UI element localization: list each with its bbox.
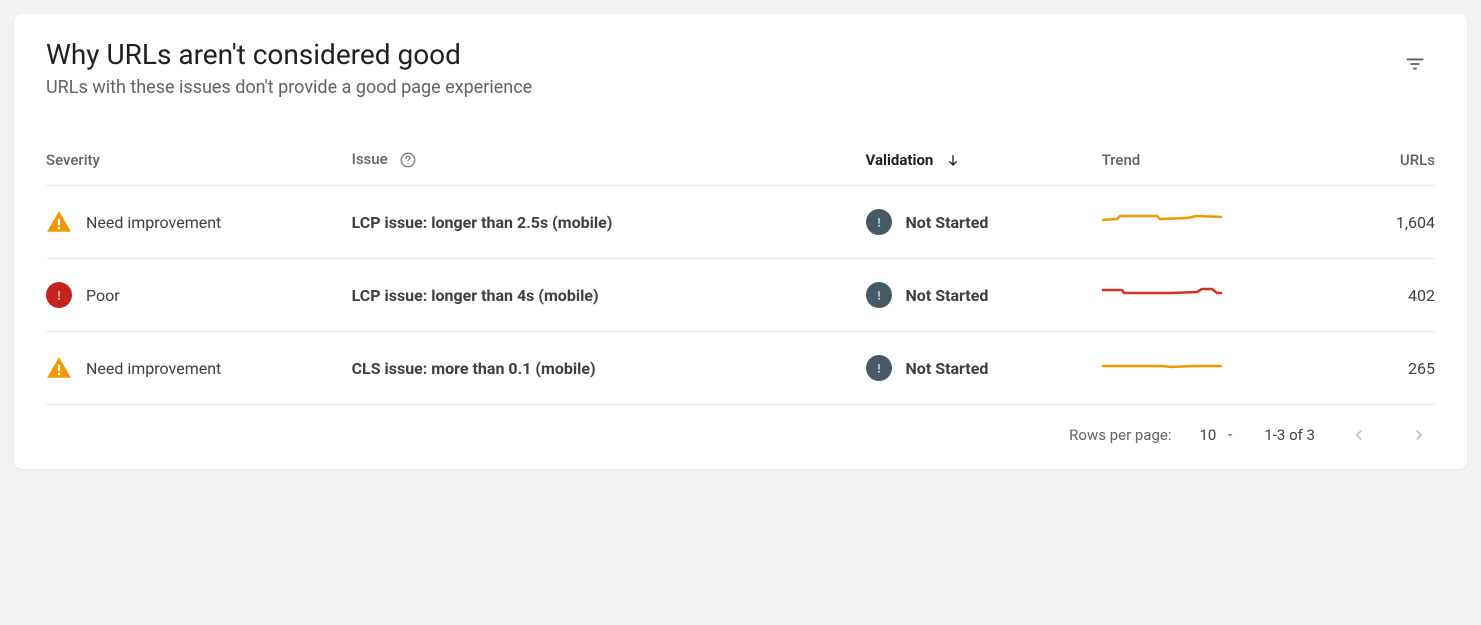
urls-count: 265 xyxy=(1408,359,1435,378)
rows-per-page-select[interactable]: 10 xyxy=(1199,426,1236,444)
not-started-icon xyxy=(866,209,892,235)
table-row[interactable]: Need improvement LCP issue: longer than 2… xyxy=(46,186,1435,259)
col-header-issue-label: Issue xyxy=(352,150,388,168)
col-header-severity-label: Severity xyxy=(46,151,100,169)
col-header-severity[interactable]: Severity xyxy=(46,140,352,186)
dropdown-icon xyxy=(1224,429,1236,441)
sort-arrow-down-icon xyxy=(945,153,961,169)
validation-label: Not Started xyxy=(906,213,989,232)
severity-cell: Need improvement xyxy=(46,209,352,235)
issues-table: Severity Issue Validation Trend URLs xyxy=(46,140,1435,405)
poor-icon xyxy=(46,282,72,308)
table-row[interactable]: Poor LCP issue: longer than 4s (mobile) No… xyxy=(46,259,1435,332)
pagination: Rows per page: 10 1-3 of 3 xyxy=(46,405,1435,455)
not-started-icon xyxy=(866,282,892,308)
prev-page-button[interactable] xyxy=(1343,419,1375,451)
trend-sparkline xyxy=(1102,281,1222,305)
col-header-urls[interactable]: URLs xyxy=(1282,140,1435,186)
warning-icon xyxy=(46,209,72,235)
validation-cell: Not Started xyxy=(866,209,1102,235)
issue-text: LCP issue: longer than 4s (mobile) xyxy=(352,286,599,305)
severity-label: Poor xyxy=(86,286,120,305)
chevron-right-icon xyxy=(1409,425,1429,445)
validation-label: Not Started xyxy=(906,359,989,378)
urls-count: 1,604 xyxy=(1396,213,1435,232)
col-header-trend-label: Trend xyxy=(1102,151,1141,169)
urls-count: 402 xyxy=(1408,286,1435,305)
issue-text: CLS issue: more than 0.1 (mobile) xyxy=(352,359,596,378)
col-header-urls-label: URLs xyxy=(1400,151,1435,169)
issue-text: LCP issue: longer than 2.5s (mobile) xyxy=(352,213,613,232)
warning-icon xyxy=(46,355,72,381)
table-row[interactable]: Need improvement CLS issue: more than 0.1… xyxy=(46,332,1435,405)
filter-icon xyxy=(1404,53,1426,75)
validation-cell: Not Started xyxy=(866,355,1102,381)
col-header-validation-label: Validation xyxy=(866,151,934,169)
severity-label: Need improvement xyxy=(86,213,221,232)
card-header: Why URLs aren't considered good URLs wit… xyxy=(46,38,1435,98)
pagination-range: 1-3 of 3 xyxy=(1264,426,1315,444)
help-icon[interactable] xyxy=(399,151,417,169)
severity-label: Need improvement xyxy=(86,359,221,378)
table-header-row: Severity Issue Validation Trend URLs xyxy=(46,140,1435,186)
validation-cell: Not Started xyxy=(866,282,1102,308)
validation-label: Not Started xyxy=(906,286,989,305)
trend-sparkline xyxy=(1102,354,1222,378)
chevron-left-icon xyxy=(1349,425,1369,445)
card-title: Why URLs aren't considered good xyxy=(46,38,1395,71)
col-header-issue[interactable]: Issue xyxy=(352,140,866,186)
severity-cell: Need improvement xyxy=(46,355,352,381)
col-header-validation[interactable]: Validation xyxy=(866,140,1102,186)
rows-per-page-label: Rows per page: xyxy=(1069,426,1171,444)
issues-card: Why URLs aren't considered good URLs wit… xyxy=(14,14,1467,469)
next-page-button[interactable] xyxy=(1403,419,1435,451)
not-started-icon xyxy=(866,355,892,381)
card-subtitle: URLs with these issues don't provide a g… xyxy=(46,77,1395,98)
filter-button[interactable] xyxy=(1395,44,1435,84)
col-header-trend[interactable]: Trend xyxy=(1102,140,1283,186)
trend-sparkline xyxy=(1102,208,1222,232)
rows-per-page-value: 10 xyxy=(1199,426,1216,444)
titles: Why URLs aren't considered good URLs wit… xyxy=(46,38,1395,98)
severity-cell: Poor xyxy=(46,282,352,308)
